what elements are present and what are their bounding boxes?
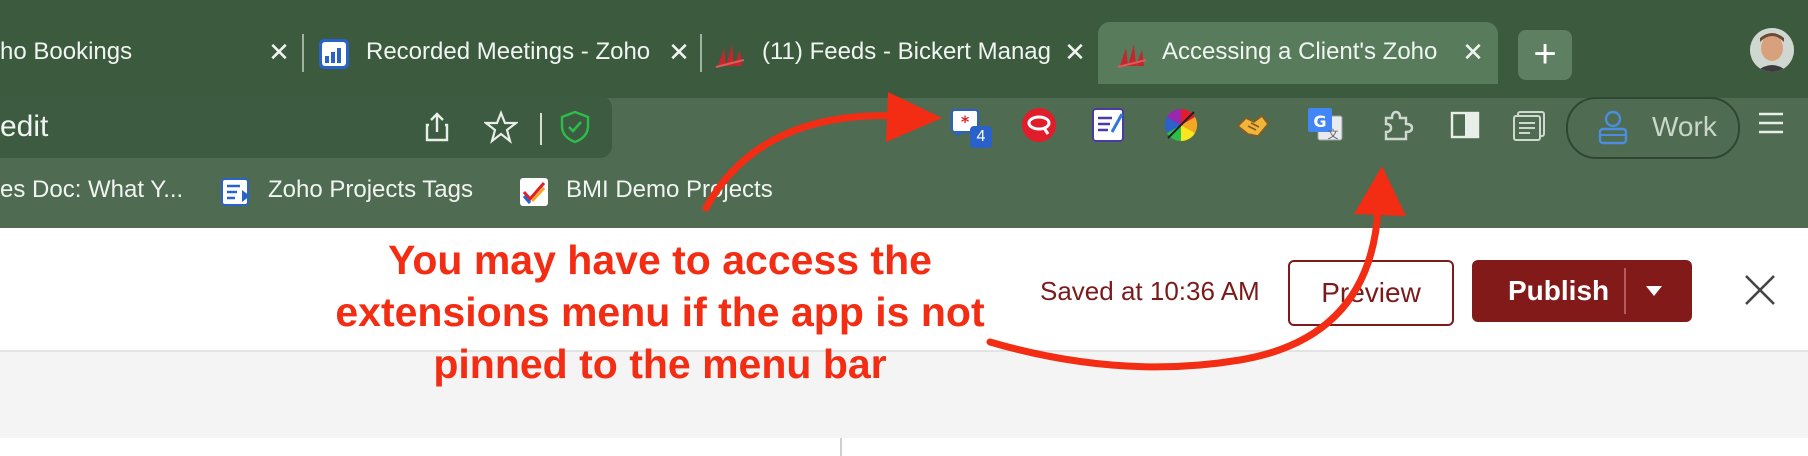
tab-close-icon[interactable]: ✕ [264, 36, 294, 67]
svg-text:*: * [961, 112, 970, 131]
tab-title: (11) Feeds - Bickert Manag [762, 38, 1051, 65]
extension-badge-count: 4 [976, 128, 986, 145]
preview-button[interactable]: Preview [1288, 260, 1454, 326]
tab-close-icon[interactable]: ✕ [1458, 36, 1488, 67]
lasso-extension-icon[interactable] [1020, 106, 1058, 144]
tab-feeds[interactable]: (11) Feeds - Bickert Manag ✕ [704, 22, 1096, 84]
tab-separator [302, 34, 304, 72]
editor-column-divider [840, 438, 842, 456]
bookmark-item-projects-tags[interactable]: Zoho Projects Tags [268, 176, 473, 204]
address-bar-divider [540, 113, 542, 145]
svg-text:文: 文 [1328, 127, 1339, 141]
zoho-meeting-favicon-icon [319, 39, 349, 69]
extensions-puzzle-icon[interactable] [1378, 106, 1416, 144]
publish-dropdown-icon[interactable] [1646, 286, 1662, 296]
browser-chrome: ho Bookings ✕ Recorded Meetings - Zoho ✕… [0, 0, 1808, 228]
annotation-line-3: pinned to the menu bar [433, 341, 887, 387]
briefcase-icon [1598, 110, 1628, 145]
tab-title: Accessing a Client's Zoho [1162, 38, 1438, 65]
share-icon[interactable] [420, 110, 454, 144]
address-bar[interactable]: edit [0, 96, 612, 158]
svg-text:G: G [1313, 112, 1326, 131]
publish-divider [1624, 268, 1626, 314]
google-translate-extension-icon[interactable]: G 文 [1306, 106, 1344, 144]
sidebar-icon[interactable] [1446, 106, 1484, 144]
reading-list-icon[interactable] [1510, 106, 1548, 144]
zoho-analytics-favicon-icon [715, 44, 745, 68]
color-picker-extension-icon[interactable] [1162, 106, 1200, 144]
tab-title: Recorded Meetings - Zoho [366, 38, 651, 65]
bookmark-item-doc[interactable]: es Doc: What Y... [0, 176, 183, 204]
work-container-label: Work [1652, 111, 1717, 142]
tab-close-icon[interactable]: ✕ [1060, 36, 1090, 67]
work-container-button[interactable]: Work [1566, 97, 1740, 159]
zoho-projects-favicon-icon [221, 178, 250, 206]
feedback-extension-icon[interactable]: * 4 [950, 106, 992, 148]
publish-label: Publish [1508, 275, 1610, 306]
saved-status: Saved at 10:36 AM [1040, 276, 1260, 306]
checklist-favicon-icon [520, 178, 548, 206]
shield-check-icon[interactable] [558, 110, 592, 144]
tab-separator [700, 34, 702, 72]
tab-title: ho Bookings [0, 38, 133, 65]
tab-bookings[interactable]: ho Bookings ✕ [0, 22, 300, 84]
handshake-extension-icon[interactable] [1234, 106, 1272, 144]
tab-accessing-client[interactable]: Accessing a Client's Zoho ✕ [1098, 22, 1498, 84]
tab-recorded-meetings[interactable]: Recorded Meetings - Zoho ✕ [306, 22, 698, 84]
close-icon[interactable] [1740, 270, 1780, 310]
publish-button[interactable]: Publish [1472, 260, 1692, 322]
editor-content-area [0, 438, 1808, 456]
annotation-callout: You may have to access the extensions me… [300, 234, 1020, 390]
address-bar-text: edit [0, 110, 49, 143]
extension-badge: 4 [970, 126, 992, 148]
avatar-photo-icon [1750, 28, 1794, 72]
annotation-line-1: You may have to access the [388, 237, 932, 283]
new-tab-button[interactable]: + [1518, 30, 1572, 80]
profile-avatar[interactable] [1750, 28, 1794, 72]
hamburger-menu-icon[interactable] [1756, 108, 1786, 138]
bookmark-item-demo-projects[interactable]: BMI Demo Projects [566, 176, 773, 204]
zoho-analytics-favicon-icon [1117, 44, 1147, 68]
annotation-line-2: extensions menu if the app is not [335, 289, 985, 335]
tab-close-icon[interactable]: ✕ [664, 36, 694, 67]
notes-extension-icon[interactable] [1090, 106, 1128, 144]
bookmark-star-icon[interactable] [484, 110, 518, 144]
